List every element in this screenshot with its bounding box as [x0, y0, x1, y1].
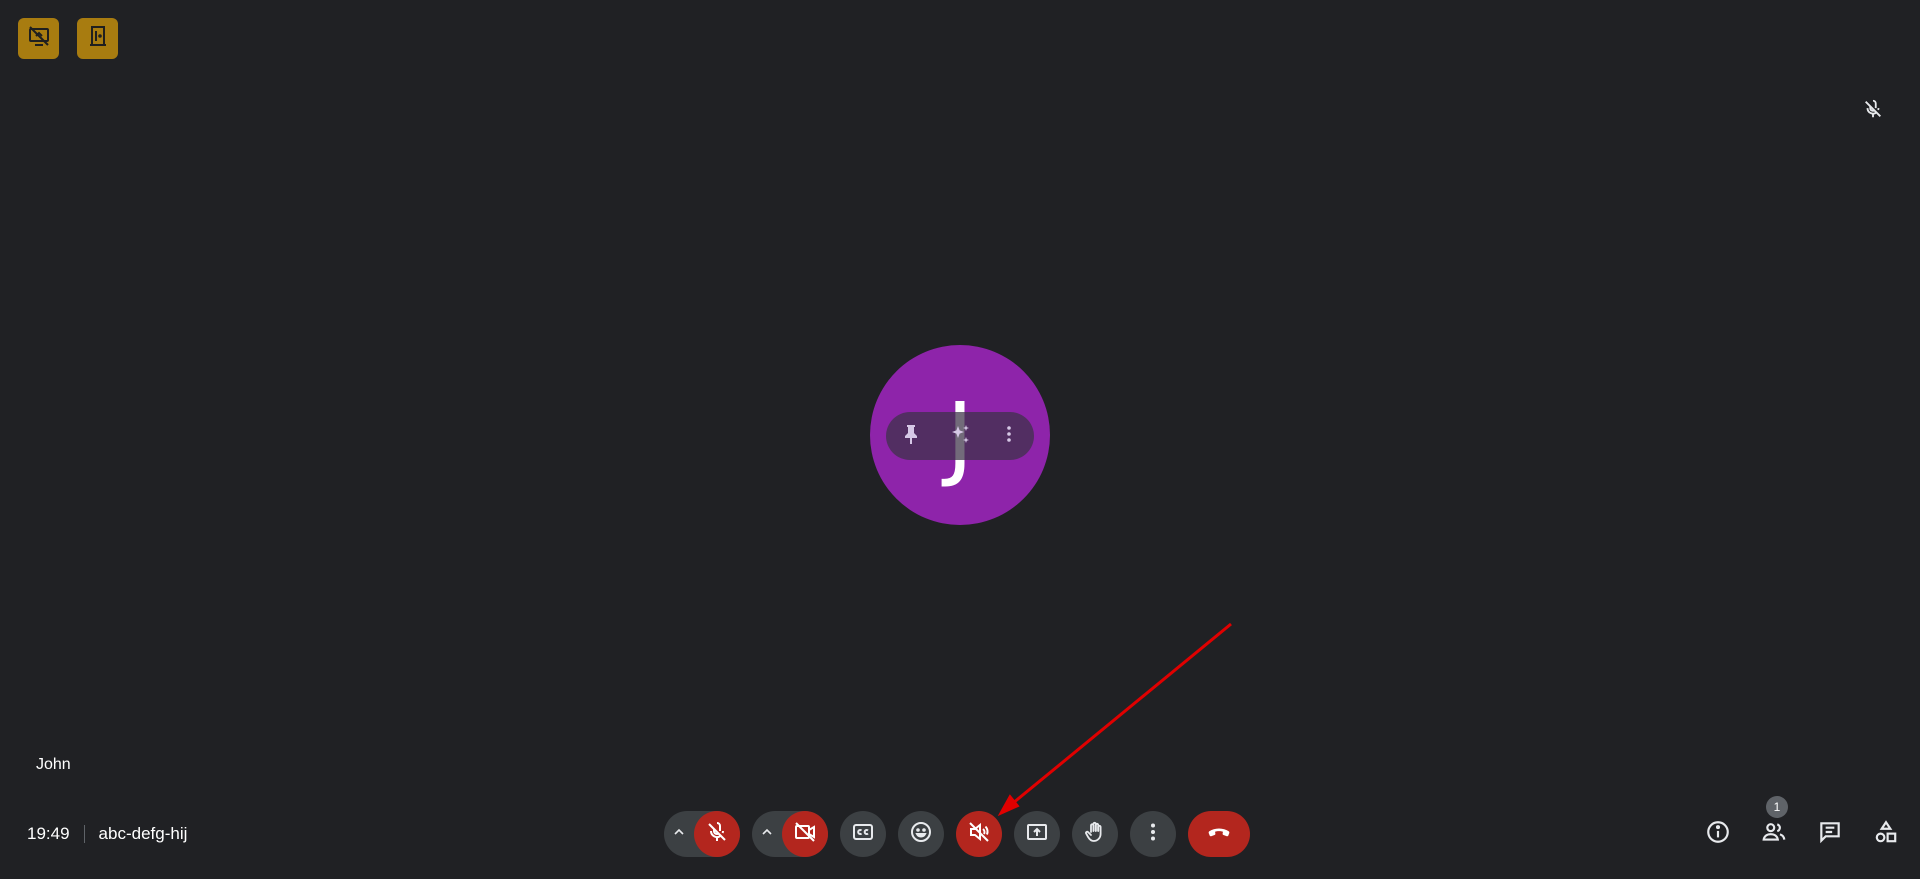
- visual-effects-button[interactable]: [942, 418, 978, 454]
- camera-toggle-button[interactable]: [782, 811, 828, 857]
- raise-hand-button[interactable]: [1072, 811, 1118, 857]
- host-controls-screen-share-badge[interactable]: [18, 18, 59, 59]
- raise-hand-icon: [1083, 820, 1107, 849]
- meeting-code: abc-defg-hij: [98, 824, 188, 843]
- exit-door-icon: [86, 24, 110, 53]
- screen-share-off-icon: [27, 24, 51, 53]
- meeting-info: 19:49 abc-defg-hij: [27, 823, 187, 845]
- people-count-badge: 1: [1766, 796, 1788, 818]
- pin-icon: [899, 422, 923, 451]
- mic-off-icon: [705, 820, 729, 849]
- microphone-control-group: [664, 811, 740, 857]
- more-vert-icon: [997, 422, 1021, 451]
- host-controls-exit-badge[interactable]: [77, 18, 118, 59]
- leave-call-button[interactable]: [1188, 811, 1250, 857]
- emoji-icon: [909, 820, 933, 849]
- video-options-button[interactable]: [752, 811, 782, 857]
- participant-muted-indicator: [1862, 98, 1884, 120]
- mic-off-icon: [1862, 99, 1884, 124]
- chevron-up-icon: [671, 824, 687, 845]
- closed-captions-icon: [851, 820, 875, 849]
- people-icon: [1761, 819, 1787, 850]
- meeting-details-button[interactable]: [1700, 816, 1736, 852]
- meeting-info-divider: [83, 825, 85, 843]
- more-vert-icon: [1141, 820, 1165, 849]
- call-controls-bar: [664, 811, 1250, 857]
- activities-button[interactable]: [1868, 816, 1904, 852]
- present-screen-icon: [1025, 820, 1049, 849]
- meeting-clock: 19:49: [27, 824, 70, 843]
- captions-button[interactable]: [840, 811, 886, 857]
- send-reaction-button[interactable]: [898, 811, 944, 857]
- chat-icon: [1817, 819, 1843, 850]
- tile-more-options-button[interactable]: [991, 418, 1027, 454]
- participant-name-label: John: [36, 756, 71, 773]
- pin-button[interactable]: [893, 418, 929, 454]
- people-button[interactable]: 1: [1756, 796, 1792, 852]
- present-screen-button[interactable]: [1014, 811, 1060, 857]
- call-end-icon: [1205, 818, 1233, 851]
- microphone-toggle-button[interactable]: [694, 811, 740, 857]
- audio-options-button[interactable]: [664, 811, 694, 857]
- speaker-toggle-button[interactable]: [956, 811, 1002, 857]
- camera-off-icon: [793, 820, 817, 849]
- meeting-stage: J Jo: [0, 0, 1920, 879]
- info-icon: [1705, 819, 1731, 850]
- sparkle-effects-icon: [948, 422, 972, 451]
- tile-actions-bar: [886, 412, 1034, 460]
- speaker-off-icon: [967, 820, 991, 849]
- chat-button[interactable]: [1812, 816, 1848, 852]
- activities-icon: [1873, 819, 1899, 850]
- chevron-up-icon: [759, 824, 775, 845]
- camera-control-group: [752, 811, 828, 857]
- host-badges: [18, 18, 118, 59]
- more-options-button[interactable]: [1130, 811, 1176, 857]
- side-panel-controls: 1: [1700, 796, 1904, 852]
